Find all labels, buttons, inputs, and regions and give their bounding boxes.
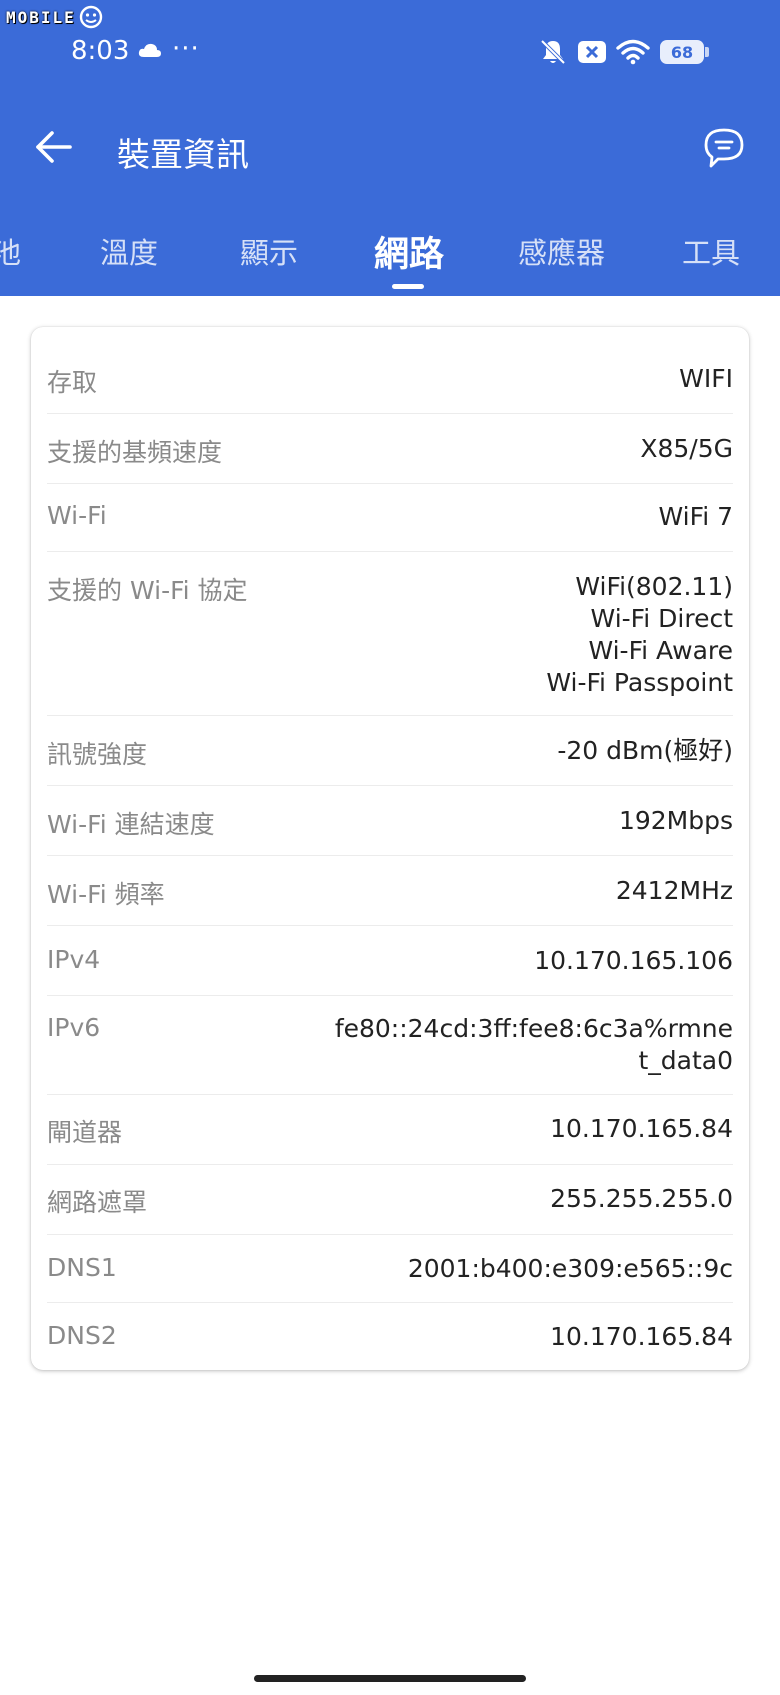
row-value: WiFi 7: [658, 502, 733, 531]
row-value: WIFI: [679, 364, 733, 393]
row-divider: [47, 995, 733, 996]
status-time: 8:03: [71, 36, 130, 66]
status-bar: 8:03 ··· 68: [0, 30, 780, 76]
row-divider: [47, 1164, 733, 1165]
status-more-icon: ···: [172, 34, 200, 64]
row-label: IPv6: [47, 1013, 101, 1042]
row-divider: [47, 855, 733, 856]
row-value: 192Mbps: [618, 806, 733, 835]
network-info-card: 存取 WIFI 支援的基頻速度 X85/5G Wi-Fi WiFi 7 支援的 …: [31, 327, 749, 1370]
page-title: 裝置資訊: [117, 135, 249, 174]
row-divider: [47, 925, 733, 926]
row-value: 2001:b400:e309:e565::9c: [407, 1254, 733, 1283]
row-value: X85/5G: [640, 434, 733, 463]
row-value-line: Wi-Fi Passpoint: [546, 668, 733, 697]
row-value-list: fe80::24cd:3ff:fee8:6c3a%rmne t_data0: [335, 1013, 733, 1077]
row-label: DNS2: [47, 1321, 117, 1350]
cloud-icon: [138, 43, 161, 57]
row-divider: [47, 785, 733, 786]
watermark-logo: MOBILE: [6, 4, 104, 30]
tab-sensors[interactable]: 感應器: [518, 230, 605, 272]
row-divider: [47, 715, 733, 716]
arrow-left-icon[interactable]: [34, 127, 74, 167]
row-label: IPv4: [47, 945, 101, 974]
row-value: 10.170.165.84: [550, 1114, 733, 1143]
row-value-line: fe80::24cd:3ff:fee8:6c3a%rmne: [334, 1014, 733, 1043]
row-value-line: t_data0: [638, 1046, 733, 1075]
row-label: 閘道器: [47, 1118, 123, 1147]
row-label: Wi-Fi: [47, 501, 107, 530]
tab-battery[interactable]: 池: [0, 230, 21, 272]
row-value: 2412MHz: [615, 876, 733, 905]
row-value-line: WiFi(802.11): [575, 572, 733, 601]
row-label: Wi-Fi 連結速度: [47, 810, 215, 839]
row-divider: [47, 1234, 733, 1235]
tab-bar: 池 溫度 顯示 網路 感應器 工具: [0, 222, 780, 296]
wifi-icon: [616, 39, 650, 65]
row-label: Wi-Fi 頻率: [47, 880, 165, 909]
chat-bubble-icon[interactable]: [702, 126, 746, 170]
status-icons: 68: [538, 38, 709, 66]
battery-level: 68: [670, 42, 694, 62]
app-header: MOBILE 8:03 ··· 68 裝置資訊 池 溫度 顯示 網路 感應器 工…: [0, 0, 780, 296]
row-value: -20 dBm(極好): [557, 736, 733, 765]
tab-tools[interactable]: 工具: [682, 230, 740, 272]
row-divider: [47, 413, 733, 414]
tab-network[interactable]: 網路: [374, 226, 444, 277]
tab-display[interactable]: 顯示: [240, 230, 298, 272]
row-divider: [47, 551, 733, 552]
row-divider: [47, 483, 733, 484]
row-label: 網路遮罩: [47, 1188, 148, 1217]
row-value-line: Wi-Fi Direct: [590, 604, 733, 633]
tab-temperature[interactable]: 溫度: [100, 230, 158, 272]
watermark-text: MOBILE: [6, 7, 76, 27]
row-value-list: WiFi(802.11) Wi-Fi Direct Wi-Fi Aware Wi…: [546, 571, 733, 699]
home-indicator[interactable]: [254, 1675, 526, 1682]
row-value: 10.170.165.106: [534, 946, 733, 975]
row-label: 支援的 Wi-Fi 協定: [47, 576, 248, 605]
row-value-line: Wi-Fi Aware: [588, 636, 733, 665]
row-label: 存取: [47, 368, 98, 397]
close-icon: [578, 41, 606, 63]
row-value: 255.255.255.0: [550, 1184, 733, 1213]
battery-icon: 68: [660, 40, 709, 64]
row-label: 支援的基頻速度: [47, 438, 223, 467]
row-divider: [47, 1302, 733, 1303]
row-label: DNS1: [47, 1253, 117, 1282]
row-value: 10.170.165.84: [550, 1322, 733, 1351]
watermark-face-icon: [79, 5, 102, 29]
row-label: 訊號強度: [47, 740, 148, 769]
row-divider: [47, 1094, 733, 1095]
bell-off-icon: [540, 39, 566, 65]
tab-indicator: [392, 284, 424, 289]
